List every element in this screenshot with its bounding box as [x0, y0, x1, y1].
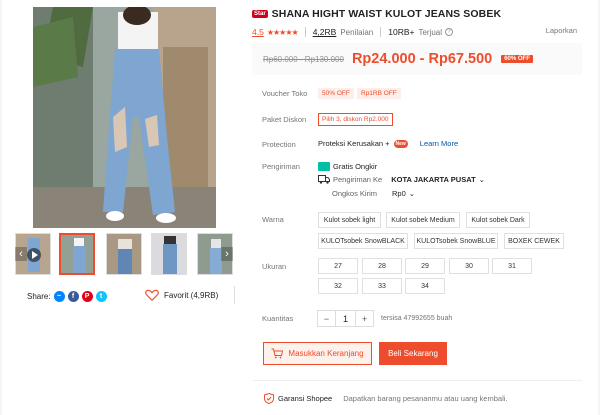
size-option[interactable]: 31 — [492, 258, 532, 274]
quantity-label: Kuantitas — [262, 314, 294, 323]
section-divider — [253, 380, 582, 381]
size-option[interactable]: 29 — [405, 258, 445, 274]
size-option[interactable]: 30 — [449, 258, 489, 274]
size-option[interactable]: 28 — [362, 258, 402, 274]
share-label: Share: — [27, 291, 51, 301]
decrement-button[interactable]: − — [318, 311, 335, 326]
main-product-image[interactable] — [33, 7, 216, 228]
color-option[interactable]: Kulot sobek Medium — [386, 212, 460, 228]
sold-count: 10RB+ — [388, 27, 415, 37]
price-box: Rp60.000 - Rp130.000 Rp24.000 - Rp67.500… — [252, 43, 582, 75]
color-label: Warna — [262, 215, 284, 224]
messenger-icon[interactable]: ~ — [53, 290, 65, 302]
guarantee-label: Garansi Shopee — [278, 394, 333, 403]
shield-icon — [264, 393, 274, 404]
cart-icon — [271, 348, 284, 359]
protection-label: Protection — [262, 140, 296, 149]
rating-stars-icon: ★★★★★ — [266, 27, 299, 37]
size-option[interactable]: 33 — [362, 278, 402, 294]
chevron-down-icon-2[interactable]: ⌄ — [409, 189, 415, 198]
ship-to-row: Pengiriman Ke KOTA JAKARTA PUSAT ⌄ — [318, 175, 485, 184]
shipping-cost-label: Ongkos Kirim — [332, 189, 378, 198]
facebook-icon[interactable]: f — [67, 290, 79, 302]
twitter-icon[interactable]: t — [95, 290, 107, 302]
add-to-cart-label: Masukkan Keranjang — [288, 349, 364, 358]
voucher-tag-2[interactable]: Rp1RB OFF — [357, 88, 401, 99]
product-page: ‹ › Share: ~ f P t Favorit (4,9RB) Star … — [2, 0, 598, 415]
product-title: SHANA HIGHT WAIST KULOT JEANS SOBEK — [271, 8, 502, 20]
rating-row: 4.5 ★★★★★ 4,2RB Penilaian 10RB+ Terjual … — [252, 26, 582, 38]
color-option[interactable]: Kulot sobek light — [318, 212, 381, 228]
star-badge: Star — [252, 10, 268, 18]
heart-icon — [145, 289, 159, 301]
free-shipping-label: Gratis Ongkir — [333, 162, 378, 171]
stock-text: tersisa 47992655 buah — [381, 315, 453, 322]
shipping-cost-value: Rp0 — [392, 189, 406, 198]
original-price: Rp60.000 - Rp130.000 — [263, 54, 344, 64]
protection-row: Proteksi Kerusakan + New Learn More — [318, 139, 458, 148]
thumbnail-2-selected[interactable] — [59, 233, 95, 275]
voucher-tag-1[interactable]: 50% OFF — [318, 88, 354, 99]
increment-button[interactable]: + — [356, 311, 373, 326]
voucher-label: Voucher Toko — [262, 89, 308, 98]
shipping-label: Pengiriman — [262, 162, 300, 171]
favorite-button[interactable]: Favorit (4,9RB) — [145, 289, 218, 301]
discount-badge: 60% OFF — [501, 55, 533, 63]
help-icon[interactable]: ? — [445, 28, 454, 36]
guarantee-row: Garansi Shopee Dapatkan barang pesananmu… — [264, 393, 508, 404]
favorite-label: Favorit (4,9RB) — [164, 290, 219, 300]
color-option[interactable]: KULOTsobek SnowBLACK — [318, 233, 408, 249]
chevron-down-icon[interactable]: ⌄ — [479, 175, 485, 184]
quantity-input[interactable]: 1 — [335, 311, 356, 326]
size-option[interactable]: 32 — [318, 278, 358, 294]
size-option[interactable]: 27 — [318, 258, 358, 274]
color-option[interactable]: BOXEK CEWEK — [504, 233, 564, 249]
thumbnail-prev-arrow[interactable]: ‹ — [15, 247, 27, 261]
thumbnail-strip: ‹ › — [15, 233, 233, 275]
new-badge: New — [393, 139, 408, 148]
learn-more-link[interactable]: Learn More — [420, 139, 458, 148]
reviews-count[interactable]: 4,2RB — [313, 27, 337, 37]
thumbnail-next-arrow[interactable]: › — [221, 247, 233, 261]
reviews-label: Penilaian — [340, 27, 374, 37]
bundle-label: Paket Diskon — [262, 115, 307, 124]
guarantee-description: Dapatkan barang pesananmu atau uang kemb… — [343, 394, 508, 403]
ship-to-label: Pengiriman Ke — [333, 175, 383, 184]
size-option[interactable]: 34 — [405, 278, 445, 294]
thumbnail-3[interactable] — [106, 233, 142, 275]
bundle-tag[interactable]: Pilih 3, diskon Rp2.000 — [318, 113, 393, 126]
ship-to-value[interactable]: KOTA JAKARTA PUSAT — [391, 175, 475, 184]
free-shipping-row: Gratis Ongkir — [318, 162, 377, 171]
shipping-cost-row: Ongkos Kirim Rp0 ⌄ — [332, 189, 415, 198]
add-to-cart-button[interactable]: Masukkan Keranjang — [263, 342, 372, 365]
title-row: Star SHANA HIGHT WAIST KULOT JEANS SOBEK — [252, 8, 592, 20]
truck-icon — [318, 175, 330, 184]
free-shipping-icon — [318, 162, 330, 171]
current-price: Rp24.000 - Rp67.500 — [351, 51, 493, 67]
quantity-stepper: − 1 + — [317, 310, 374, 327]
share-divider — [234, 286, 235, 304]
thumbnail-4[interactable] — [151, 233, 187, 275]
pinterest-icon[interactable]: P — [81, 290, 93, 302]
protection-text: Proteksi Kerusakan + — [318, 139, 390, 148]
sold-label: Terjual — [418, 27, 443, 37]
rating-value[interactable]: 4.5 — [252, 27, 264, 37]
size-label: Ukuran — [262, 262, 287, 271]
buy-now-button[interactable]: Beli Sekarang — [379, 342, 447, 365]
report-link[interactable]: Laporkan — [546, 26, 577, 35]
color-option[interactable]: Kulot sobek Dark — [466, 212, 530, 228]
color-option[interactable]: KULOTsobek SnowBLUE — [414, 233, 498, 249]
